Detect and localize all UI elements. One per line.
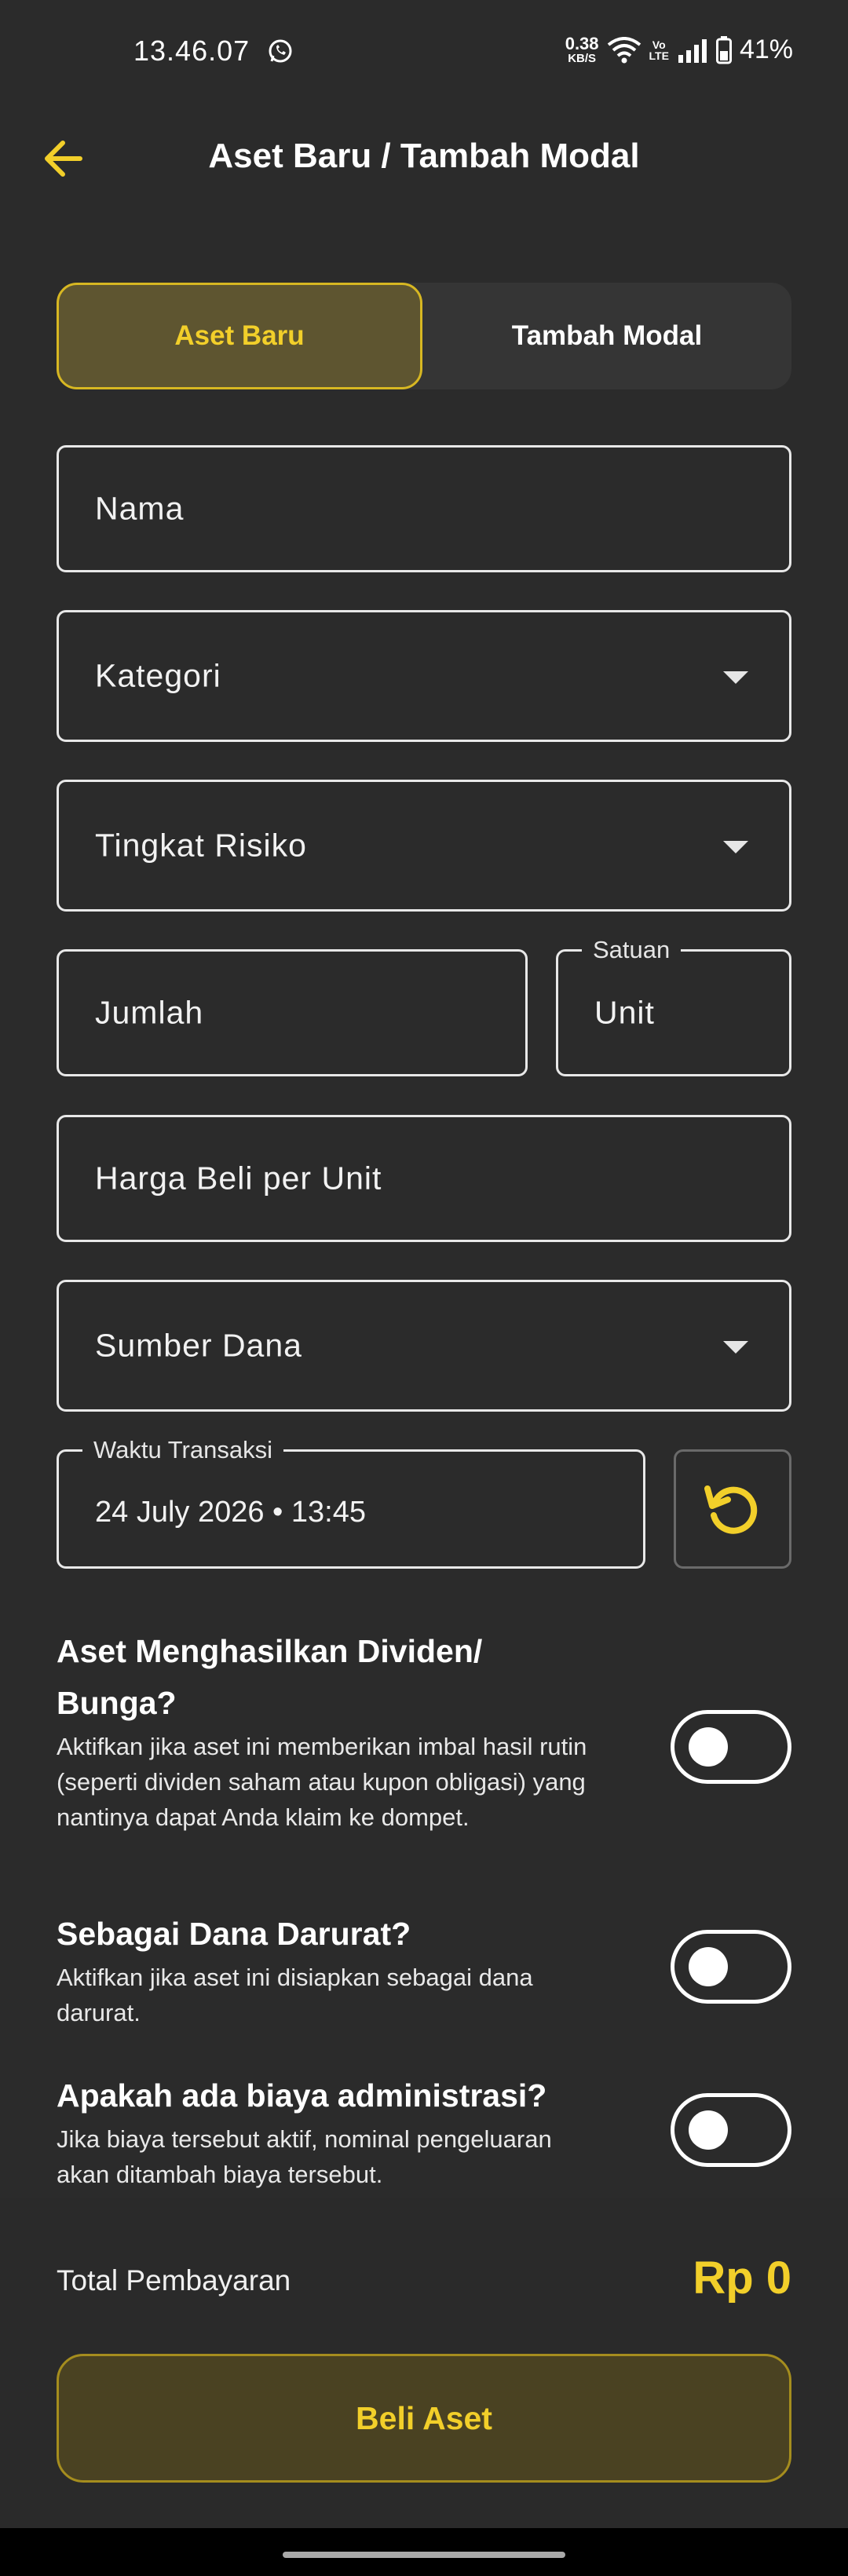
beli-aset-button[interactable]: Beli Aset	[57, 2354, 791, 2483]
net-speed: 0.38 KB/S	[565, 34, 599, 65]
dropdown-arrow-icon	[723, 1341, 748, 1354]
battery-percent: 41%	[739, 35, 793, 64]
satuan-field[interactable]: Satuan Unit	[556, 936, 791, 1076]
switch-knob	[689, 1947, 728, 1986]
status-bar: 13.46.07 0.38 KB/S Vo LTE 41%	[0, 0, 848, 110]
harga-placeholder: Harga Beli per Unit	[95, 1160, 382, 1197]
battery-icon	[715, 35, 732, 64]
reset-time-icon	[704, 1485, 758, 1534]
harga-beli-field[interactable]: Harga Beli per Unit	[57, 1115, 791, 1242]
jumlah-placeholder: Jumlah	[95, 994, 204, 1031]
switch-knob	[689, 2110, 728, 2150]
waktu-transaksi-field[interactable]: Waktu Transaksi 24 July 2026 • 13:45	[57, 1436, 645, 1569]
switch-knob	[689, 1727, 728, 1767]
dana-darurat-title: Sebagai Dana Darurat?	[57, 1916, 411, 1952]
jumlah-field[interactable]: Jumlah	[57, 949, 528, 1076]
total-label: Total Pembayaran	[57, 2264, 291, 2296]
tab-aset-baru[interactable]: Aset Baru	[57, 283, 422, 389]
waktu-label: Waktu Transaksi	[82, 1436, 283, 1464]
waktu-value: 24 July 2026 • 13:45	[95, 1495, 367, 1529]
tab-tambah-modal[interactable]: Tambah Modal	[422, 283, 791, 389]
signal-icon	[678, 38, 707, 63]
dropdown-arrow-icon	[723, 671, 748, 684]
tingkat-risiko-dropdown[interactable]: Tingkat Risiko	[57, 780, 791, 912]
risiko-placeholder: Tingkat Risiko	[95, 827, 307, 864]
satuan-value: Unit	[594, 994, 655, 1031]
dana-darurat-description: Aktifkan jika aset ini disiapkan sebagai…	[57, 1964, 533, 2026]
reset-time-button[interactable]	[674, 1449, 791, 1569]
nama-field[interactable]: Nama	[57, 445, 791, 572]
dana-darurat-switch[interactable]	[671, 1930, 791, 2004]
sumber-placeholder: Sumber Dana	[95, 1327, 302, 1364]
app-header: Aset Baru / Tambah Modal	[0, 118, 848, 204]
whatsapp-icon	[269, 39, 292, 63]
kategori-dropdown[interactable]: Kategori	[57, 610, 791, 742]
biaya-admin-switch[interactable]	[671, 2093, 791, 2167]
dana-darurat-toggle-row: Sebagai Dana Darurat? Aktifkan jika aset…	[57, 1908, 791, 2049]
page-title: Aset Baru / Tambah Modal	[208, 137, 640, 175]
gesture-handle[interactable]	[283, 2552, 565, 2558]
mode-segmented-control: Aset Baru Tambah Modal	[57, 283, 791, 389]
dropdown-arrow-icon	[723, 841, 748, 853]
biaya-admin-toggle-row: Apakah ada biaya administrasi? Jika biay…	[57, 2070, 791, 2195]
wifi-icon	[607, 36, 641, 63]
biaya-admin-title: Apakah ada biaya administrasi?	[57, 2077, 547, 2114]
status-right: 0.38 KB/S Vo LTE 41%	[565, 35, 793, 65]
status-time: 13.46.07	[133, 35, 250, 67]
nama-placeholder: Nama	[95, 490, 185, 527]
kategori-placeholder: Kategori	[95, 657, 221, 694]
satuan-label: Satuan	[582, 936, 682, 964]
volte-indicator: Vo LTE	[649, 38, 669, 62]
total-value: Rp 0	[693, 2253, 791, 2304]
dividen-title: Aset Menghasilkan Dividen/ Bunga?	[57, 1633, 483, 1721]
dividen-toggle-row: Aset Menghasilkan Dividen/ Bunga? Aktifk…	[57, 1625, 791, 1876]
sumber-dana-dropdown[interactable]: Sumber Dana	[57, 1280, 791, 1412]
dividen-switch[interactable]	[671, 1710, 791, 1784]
biaya-admin-description: Jika biaya tersebut aktif, nominal penge…	[57, 2125, 552, 2188]
dividen-description: Aktifkan jika aset ini memberikan imbal …	[57, 1733, 587, 1831]
